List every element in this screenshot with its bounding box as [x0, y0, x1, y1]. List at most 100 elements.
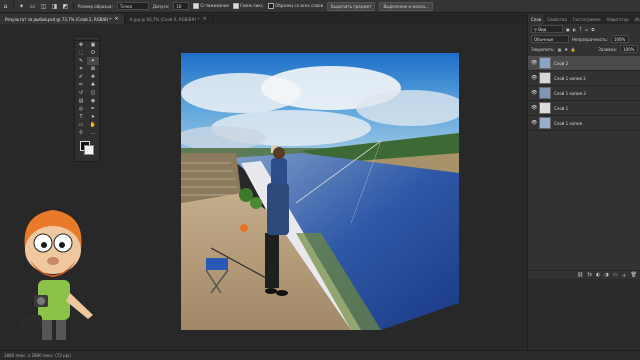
- panel-tab[interactable]: Навигатор: [604, 14, 632, 24]
- lock-row: Закрепить: ▦ ✥ 🔒 Заливка: 100%: [528, 44, 640, 54]
- antialias-checkbox[interactable]: Сглаживание: [193, 3, 229, 9]
- checkbox-icon: [232, 3, 239, 9]
- frame-icon[interactable]: ⊠: [87, 65, 99, 73]
- tool-grid: ✥ ▣ ⬚ ʘ ✎ ✦ ⌗ ⊠ ✐ ✚ ✏ ♣ ↺ ◫ ▤ ◉ ◎ ✒ T ➤ ▭ ✋ ⚲…: [75, 41, 99, 137]
- trash-icon[interactable]: 🗑: [631, 272, 637, 278]
- sample-all-layers-checkbox[interactable]: Образец со всех слоев: [268, 3, 323, 9]
- document-tabs: Результат за рыбой.psd @ 73,7% (Слой 2, …: [0, 14, 527, 24]
- artboard-icon[interactable]: ▣: [87, 41, 99, 49]
- eyedropper-icon[interactable]: ✐: [75, 73, 87, 81]
- layer-row[interactable]: 👁 Слой 2: [528, 56, 640, 71]
- layer-filter-select[interactable]: ⚲ Вид: [531, 25, 563, 33]
- cartoon-mascot: [8, 205, 103, 345]
- select-and-mask-button[interactable]: Выделение и маска...: [379, 1, 433, 11]
- link-icon[interactable]: ⛓: [577, 272, 583, 278]
- blend-row: Обычные Непрозрачность: 100%: [528, 34, 640, 44]
- sample-size-select[interactable]: Точка: [116, 2, 149, 10]
- eye-icon[interactable]: 👁: [531, 90, 537, 96]
- color-swatches[interactable]: [75, 137, 99, 155]
- group-icon[interactable]: ▭: [613, 272, 618, 278]
- layer-row[interactable]: 👁 Слой 1 копия 2: [528, 71, 640, 86]
- filter-smart-icon[interactable]: ⧉: [592, 27, 595, 32]
- eye-icon[interactable]: 👁: [531, 75, 537, 81]
- filter-shape-icon[interactable]: ▭: [585, 27, 589, 32]
- filter-image-icon[interactable]: ▣: [566, 27, 570, 32]
- document-image[interactable]: [181, 53, 459, 330]
- panel-tab[interactable]: Слои: [528, 14, 545, 24]
- new-selection-icon[interactable]: ▭: [29, 3, 36, 10]
- filter-adjust-icon[interactable]: ◐: [573, 27, 577, 32]
- intersect-selection-icon[interactable]: ◩: [62, 3, 69, 10]
- lock-pixels-icon[interactable]: ▦: [558, 47, 562, 52]
- eraser-icon[interactable]: ◫: [87, 89, 99, 97]
- layers-panel: СлоиСвойстваГистограммаНавигаторИстория …: [527, 14, 640, 350]
- brush-icon[interactable]: ✏: [75, 81, 87, 89]
- crop-icon[interactable]: ⌗: [75, 65, 87, 73]
- layer-name: Слой 1 копия 2: [554, 75, 586, 81]
- layer-thumbnail: [539, 102, 551, 114]
- lock-all-icon[interactable]: 🔒: [571, 47, 576, 52]
- close-icon[interactable]: ×: [203, 16, 207, 22]
- blend-mode-select[interactable]: Обычные: [531, 35, 569, 43]
- opacity-input[interactable]: 100%: [610, 35, 629, 43]
- hand-icon[interactable]: ✋: [87, 121, 99, 129]
- fill-input[interactable]: 100%: [620, 45, 638, 53]
- layer-row[interactable]: 👁 Слой 1: [528, 101, 640, 116]
- layers-footer: ⛓ fx ◐ ◑ ▭ ＋ 🗑: [528, 270, 640, 279]
- divider: [13, 2, 14, 10]
- quick-select-icon[interactable]: ✎: [75, 57, 87, 65]
- zoom-icon[interactable]: ⚲: [75, 129, 87, 137]
- move-icon[interactable]: ✥: [75, 41, 87, 49]
- history-brush-icon[interactable]: ↺: [75, 89, 87, 97]
- doc-tab-label: Н.jpg @ 66,7% (Слой 0, RGB/8#) *: [129, 16, 200, 22]
- panel-tab[interactable]: Свойства: [544, 14, 570, 24]
- opacity-label: Непрозрачность:: [572, 36, 608, 42]
- layer-name: Слой 1: [554, 105, 569, 111]
- path-select-icon[interactable]: ➤: [87, 113, 99, 121]
- type-icon[interactable]: T: [75, 113, 87, 121]
- tolerance-input[interactable]: 10: [173, 2, 190, 10]
- stamp-icon[interactable]: ♣: [87, 81, 99, 89]
- layer-thumbnail: [539, 57, 551, 69]
- panel-tab[interactable]: История: [632, 14, 640, 24]
- mask-icon[interactable]: ◐: [596, 272, 600, 278]
- filter-type-icon[interactable]: T: [579, 27, 581, 32]
- adjustment-icon[interactable]: ◑: [605, 272, 609, 278]
- layer-thumbnail: [539, 117, 551, 129]
- layer-filter-row: ⚲ Вид ▣ ◐ T ▭ ⧉: [528, 24, 640, 34]
- blur-icon[interactable]: ◉: [87, 97, 99, 105]
- more-icon[interactable]: …: [87, 129, 99, 137]
- layer-row[interactable]: 👁 Слой 1 копия 3: [528, 86, 640, 101]
- pen-icon[interactable]: ✒: [87, 105, 99, 113]
- marquee-icon[interactable]: ⬚: [75, 49, 87, 57]
- sample-size-label: Размер образца:: [78, 3, 113, 9]
- new-layer-icon[interactable]: ＋: [622, 272, 627, 279]
- close-icon[interactable]: ×: [114, 16, 118, 22]
- select-subject-button[interactable]: Выделить предмет: [327, 1, 376, 11]
- fx-icon[interactable]: fx: [587, 272, 592, 278]
- home-icon[interactable]: ⌂: [2, 3, 9, 10]
- magic-wand-tool-icon[interactable]: ✦: [18, 3, 25, 10]
- background-color-swatch[interactable]: [84, 145, 94, 155]
- contiguous-checkbox[interactable]: Смеж.пикс.: [232, 3, 264, 9]
- lasso-icon[interactable]: ʘ: [87, 49, 99, 57]
- lock-position-icon[interactable]: ✥: [564, 47, 567, 52]
- subtract-selection-icon[interactable]: ◨: [51, 3, 58, 10]
- layer-thumbnail: [539, 72, 551, 84]
- doc-tab-2[interactable]: Н.jpg @ 66,7% (Слой 0, RGB/8#) * ×: [125, 14, 213, 24]
- eye-icon[interactable]: 👁: [531, 105, 537, 111]
- eye-icon[interactable]: 👁: [531, 60, 537, 66]
- layer-row[interactable]: 👁 Слой 1 копия: [528, 116, 640, 131]
- layer-name: Слой 1 копия: [554, 120, 582, 126]
- add-selection-icon[interactable]: ◫: [40, 3, 47, 10]
- rectangle-icon[interactable]: ▭: [75, 121, 87, 129]
- gradient-icon[interactable]: ▤: [75, 97, 87, 105]
- doc-tab-1[interactable]: Результат за рыбой.psd @ 73,7% (Слой 2, …: [0, 14, 125, 24]
- mascot-illustration: [20, 210, 93, 340]
- healing-icon[interactable]: ✚: [87, 73, 99, 81]
- eye-icon[interactable]: 👁: [531, 120, 537, 126]
- dodge-icon[interactable]: ◎: [75, 105, 87, 113]
- magic-wand-icon[interactable]: ✦: [87, 57, 99, 65]
- fishing-photo: [181, 53, 459, 330]
- panel-tab[interactable]: Гистограмма: [570, 14, 604, 24]
